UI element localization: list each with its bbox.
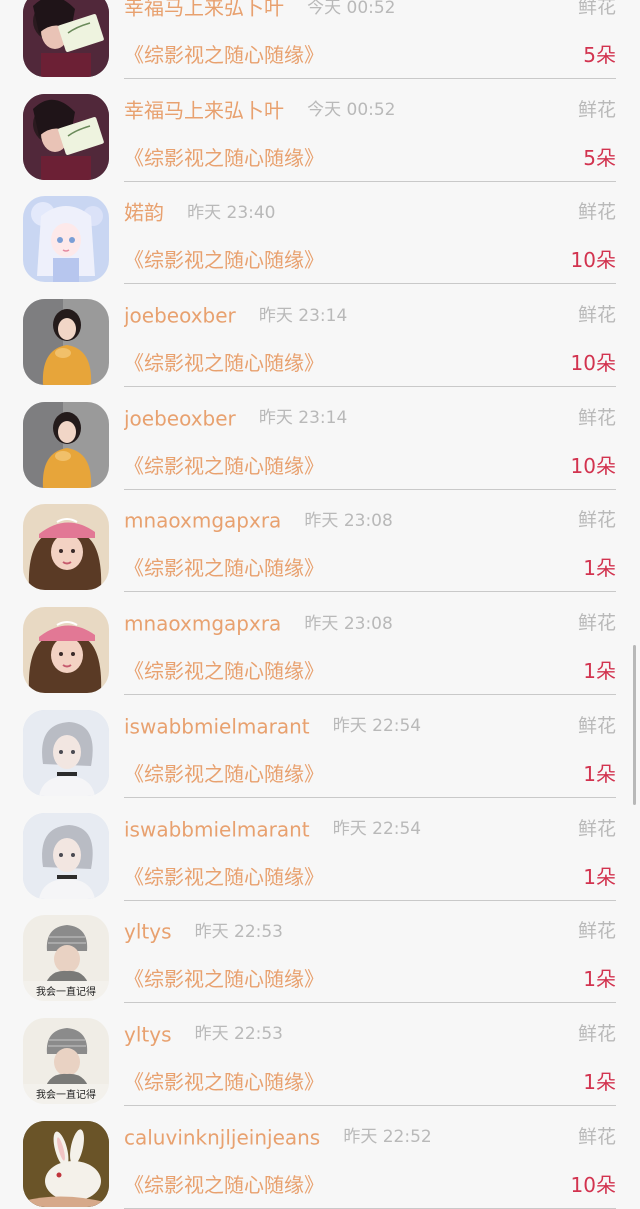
gift-count: 1朵	[583, 967, 616, 992]
timestamp: 昨天 23:14	[258, 408, 348, 429]
book-title-link[interactable]: 《综影视之随心随缘》	[124, 144, 324, 172]
gift-record-row[interactable]: joebeoxber 昨天 23:14 鲜花 《综影视之随心随缘》 10朵	[0, 379, 640, 490]
avatar-girl-yellow-sweater[interactable]	[23, 401, 109, 488]
book-title-link[interactable]: 《综影视之随心随缘》	[124, 349, 324, 377]
gift-count: 10朵	[570, 453, 616, 478]
gift-type-label: 鲜花	[577, 406, 616, 429]
avatar-girl-pink-cap[interactable]	[23, 607, 109, 694]
user-info: yltys 昨天 22:53	[124, 915, 490, 947]
username[interactable]: iswabbmielmarant	[124, 714, 310, 738]
avatar-girl-silver-hair[interactable]	[23, 709, 109, 796]
gift-record-row[interactable]: 婼韵 昨天 23:40 鲜花 《综影视之随心随缘》 10朵	[0, 173, 640, 285]
gift-record-row[interactable]: mnaoxmgapxra 昨天 23:08 鲜花 《综影视之随心随缘》 1朵	[0, 481, 640, 593]
gift-type-label: 鲜花	[577, 920, 616, 943]
user-info: iswabbmielmarant 昨天 22:54	[124, 710, 490, 742]
gift-type-label: 鲜花	[577, 201, 616, 224]
gift-type-label: 鲜花	[577, 304, 616, 327]
gift-type-label: 鲜花	[577, 0, 616, 18]
gift-record-row[interactable]: 我会一直记得 yltys 昨天 22:53 鲜花 《综影视之随心随缘》 1朵	[0, 892, 640, 1004]
gift-type-label: 鲜花	[577, 98, 616, 121]
gift-record-row[interactable]: 幸福马上来弘卜叶 今天 00:52 鲜花 《综影视之随心随缘》 5朵	[0, 0, 640, 79]
gift-count: 1朵	[583, 1069, 616, 1094]
timestamp: 今天 00:52	[307, 100, 396, 121]
user-info: 婼韵 昨天 23:40	[124, 196, 490, 228]
username[interactable]: 幸福马上来弘卜叶	[124, 0, 284, 20]
user-info: iswabbmielmarant 昨天 22:54	[124, 813, 490, 845]
username[interactable]: caluvinknjljeinjeans	[124, 1125, 320, 1149]
timestamp: 昨天 23:08	[304, 510, 393, 531]
username[interactable]: mnaoxmgapxra	[124, 612, 281, 636]
username[interactable]: iswabbmielmarant	[124, 817, 310, 841]
gift-count: 5朵	[583, 43, 616, 67]
gift-count: 10朵	[570, 248, 616, 273]
username[interactable]: 幸福马上来弘卜叶	[124, 98, 284, 122]
user-info: 幸福马上来弘卜叶 今天 00:52	[124, 94, 490, 126]
gift-count: 10朵	[570, 351, 616, 376]
gift-record-row[interactable]: 我会一直记得 yltys 昨天 22:53 鲜花 《综影视之随心随缘》 1朵	[0, 995, 640, 1106]
username[interactable]: joebeoxber	[124, 406, 236, 430]
avatar-boy-beanie-caption[interactable]: 我会一直记得	[23, 915, 109, 1002]
scrollbar[interactable]	[633, 645, 636, 805]
book-title-link[interactable]: 《综影视之随心随缘》	[124, 1171, 324, 1199]
gift-type-label: 鲜花	[577, 509, 616, 532]
avatar-boy-beanie-caption[interactable]: 我会一直记得	[23, 1017, 109, 1104]
gift-record-list[interactable]: 幸福马上来弘卜叶 今天 00:52 鲜花 《综影视之随心随缘》 5朵 幸福马上来…	[0, 0, 640, 1209]
book-title-link[interactable]: 《综影视之随心随缘》	[124, 965, 324, 993]
book-title-link[interactable]: 《综影视之随心随缘》	[124, 863, 324, 891]
gift-type-label: 鲜花	[577, 612, 616, 635]
timestamp: 昨天 22:54	[332, 819, 422, 839]
username[interactable]: joebeoxber	[124, 304, 236, 328]
gift-count: 1朵	[583, 761, 616, 786]
user-info: mnaoxmgapxra 昨天 23:08	[124, 504, 490, 536]
book-title-link[interactable]: 《综影视之随心随缘》	[124, 1068, 324, 1096]
username[interactable]: yltys	[124, 920, 172, 944]
avatar-anime-girl[interactable]	[23, 196, 109, 283]
timestamp: 昨天 22:53	[194, 1024, 283, 1045]
gift-record-row[interactable]: mnaoxmgapxra 昨天 23:08 鲜花 《综影视之随心随缘》 1朵	[0, 584, 640, 696]
gift-type-label: 鲜花	[577, 1022, 616, 1045]
book-title-link[interactable]: 《综影视之随心随缘》	[124, 760, 324, 788]
avatar-girl-silver-hair[interactable]	[23, 812, 109, 899]
user-info: yltys 昨天 22:53	[124, 1018, 490, 1050]
gift-count: 10朵	[570, 1172, 616, 1197]
book-title-link[interactable]: 《综影视之随心随缘》	[124, 657, 324, 685]
gift-record-row[interactable]: iswabbmielmarant 昨天 22:54 鲜花 《综影视之随心随缘》 …	[0, 687, 640, 798]
timestamp: 昨天 22:52	[343, 1127, 432, 1148]
user-info: mnaoxmgapxra 昨天 23:08	[124, 607, 490, 639]
gift-record-row[interactable]: joebeoxber 昨天 23:14 鲜花 《综影视之随心随缘》 10朵	[0, 276, 640, 388]
timestamp: 昨天 23:08	[304, 613, 393, 634]
timestamp: 昨天 23:14	[258, 305, 348, 326]
book-title-link[interactable]: 《综影视之随心随缘》	[124, 246, 324, 274]
timestamp: 昨天 22:54	[332, 716, 422, 737]
gift-count: 1朵	[583, 659, 616, 684]
timestamp: 昨天 23:40	[187, 202, 276, 223]
gift-record-row[interactable]: caluvinknjljeinjeans 昨天 22:52 鲜花 《综影视之随心…	[0, 1098, 640, 1209]
book-title-link[interactable]: 《综影视之随心随缘》	[124, 41, 324, 69]
gift-type-label: 鲜花	[577, 714, 616, 737]
gift-count: 1朵	[583, 864, 616, 889]
gift-type-label: 鲜花	[577, 817, 616, 840]
user-info: joebeoxber 昨天 23:14	[124, 299, 490, 331]
avatar-girl-with-card[interactable]	[23, 0, 109, 77]
avatar-girl-with-card[interactable]	[23, 93, 109, 180]
username[interactable]: yltys	[124, 1022, 172, 1046]
username[interactable]: mnaoxmgapxra	[124, 509, 281, 533]
book-title-link[interactable]: 《综影视之随心随缘》	[124, 452, 324, 480]
avatar-girl-yellow-sweater[interactable]	[23, 299, 109, 386]
avatar-white-rabbit[interactable]	[23, 1120, 109, 1207]
gift-record-row[interactable]: iswabbmielmarant 昨天 22:54 鲜花 《综影视之随心随缘》 …	[0, 790, 640, 901]
gift-count: 1朵	[583, 556, 616, 581]
timestamp: 今天 00:52	[307, 0, 396, 18]
avatar-girl-pink-cap[interactable]	[23, 504, 109, 591]
gift-type-label: 鲜花	[577, 1125, 616, 1148]
gift-record-row[interactable]: 幸福马上来弘卜叶 今天 00:52 鲜花 《综影视之随心随缘》 5朵	[0, 71, 640, 182]
timestamp: 昨天 22:53	[194, 921, 283, 942]
user-info: joebeoxber 昨天 23:14	[124, 402, 490, 434]
user-info: 幸福马上来弘卜叶 今天 00:52	[124, 0, 490, 23]
user-info: caluvinknjljeinjeans 昨天 22:52	[124, 1121, 490, 1153]
username[interactable]: 婼韵	[124, 201, 164, 225]
gift-count: 5朵	[583, 145, 616, 170]
row-divider	[124, 1207, 616, 1209]
book-title-link[interactable]: 《综影视之随心随缘》	[124, 554, 324, 582]
